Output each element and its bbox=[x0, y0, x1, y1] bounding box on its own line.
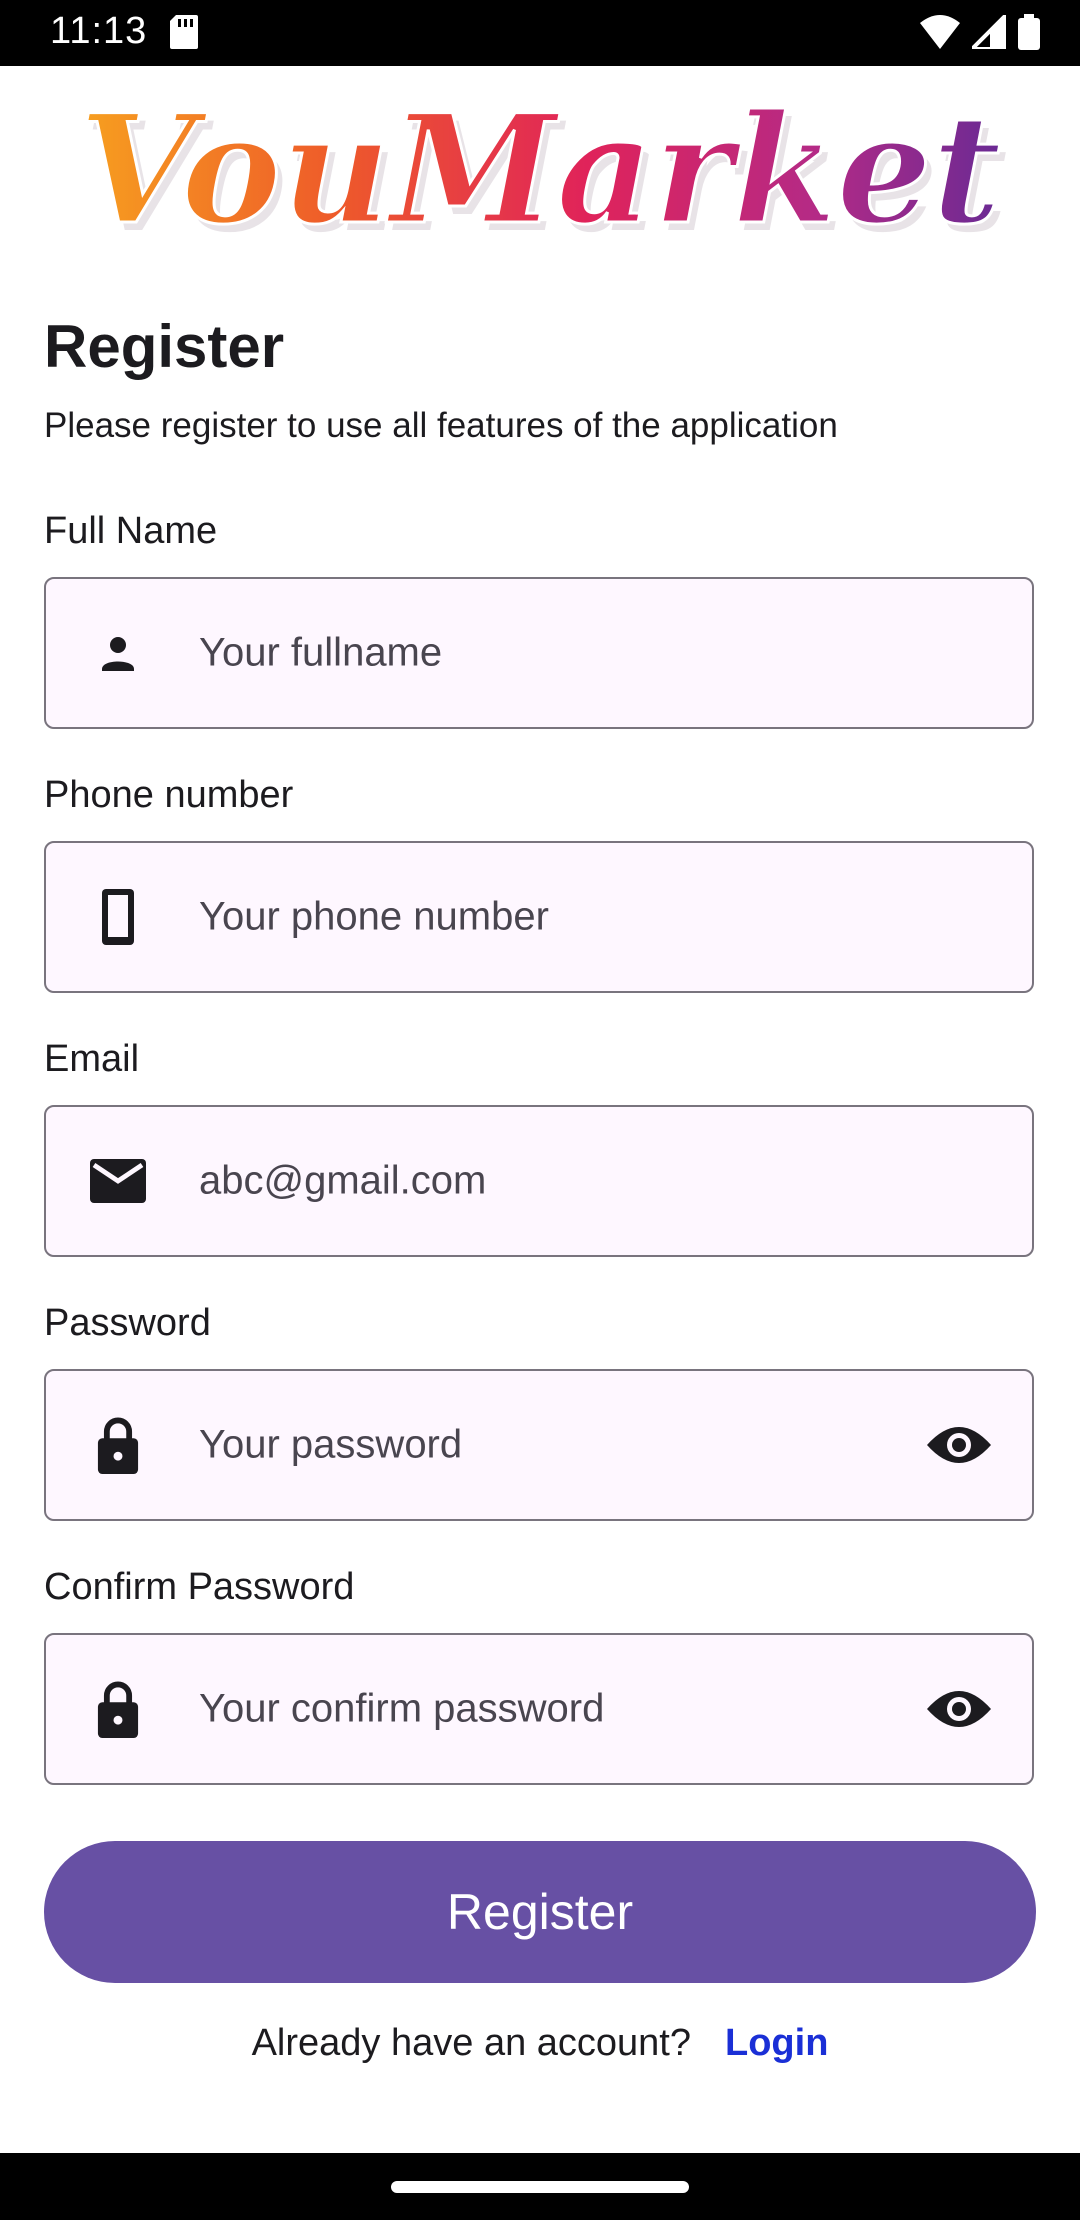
register-button[interactable]: Register bbox=[44, 1841, 1036, 1983]
phone-field[interactable]: Your phone number bbox=[44, 841, 1034, 993]
password-field[interactable]: Your password bbox=[44, 1369, 1034, 1521]
confirm-password-label: Confirm Password bbox=[44, 1566, 355, 1608]
lock-icon bbox=[90, 1681, 146, 1738]
full-name-field[interactable]: Your fullname bbox=[44, 577, 1034, 729]
status-bar: 11:13 bbox=[0, 0, 1080, 66]
battery-icon bbox=[1018, 14, 1040, 55]
login-row: Already have an account? Login bbox=[0, 2022, 1080, 2065]
full-name-label: Full Name bbox=[44, 510, 218, 552]
confirm-password-placeholder: Your confirm password bbox=[199, 1686, 605, 1731]
email-field[interactable]: abc@gmail.com bbox=[44, 1105, 1034, 1257]
person-icon bbox=[90, 625, 146, 681]
phone-placeholder: Your phone number bbox=[199, 894, 549, 939]
page-title: Register bbox=[44, 313, 285, 380]
eye-icon[interactable] bbox=[926, 1412, 992, 1478]
phone-label: Phone number bbox=[44, 774, 294, 816]
phone-icon bbox=[90, 889, 146, 945]
eye-icon[interactable] bbox=[926, 1676, 992, 1742]
app-logo: VouMarket VouMarket bbox=[0, 81, 1080, 267]
page-subtitle: Please register to use all features of t… bbox=[44, 406, 838, 445]
svg-text:VouMarket: VouMarket bbox=[79, 90, 1002, 258]
password-placeholder: Your password bbox=[199, 1422, 463, 1467]
login-link[interactable]: Login bbox=[725, 2022, 828, 2064]
home-gesture-handle[interactable] bbox=[391, 2181, 689, 2193]
wifi-icon bbox=[920, 15, 960, 54]
confirm-password-field[interactable]: Your confirm password bbox=[44, 1633, 1034, 1785]
mail-icon bbox=[90, 1153, 146, 1209]
signal-icon bbox=[967, 10, 1008, 54]
navigation-bar bbox=[0, 2153, 1080, 2220]
status-time: 11:13 bbox=[50, 10, 148, 52]
login-prompt: Already have an account? bbox=[251, 2022, 691, 2064]
email-value: abc@gmail.com bbox=[199, 1158, 487, 1203]
email-label: Email bbox=[44, 1038, 140, 1080]
lock-icon bbox=[90, 1417, 146, 1474]
sd-card-icon bbox=[170, 15, 198, 54]
password-label: Password bbox=[44, 1302, 211, 1344]
full-name-placeholder: Your fullname bbox=[199, 630, 443, 675]
